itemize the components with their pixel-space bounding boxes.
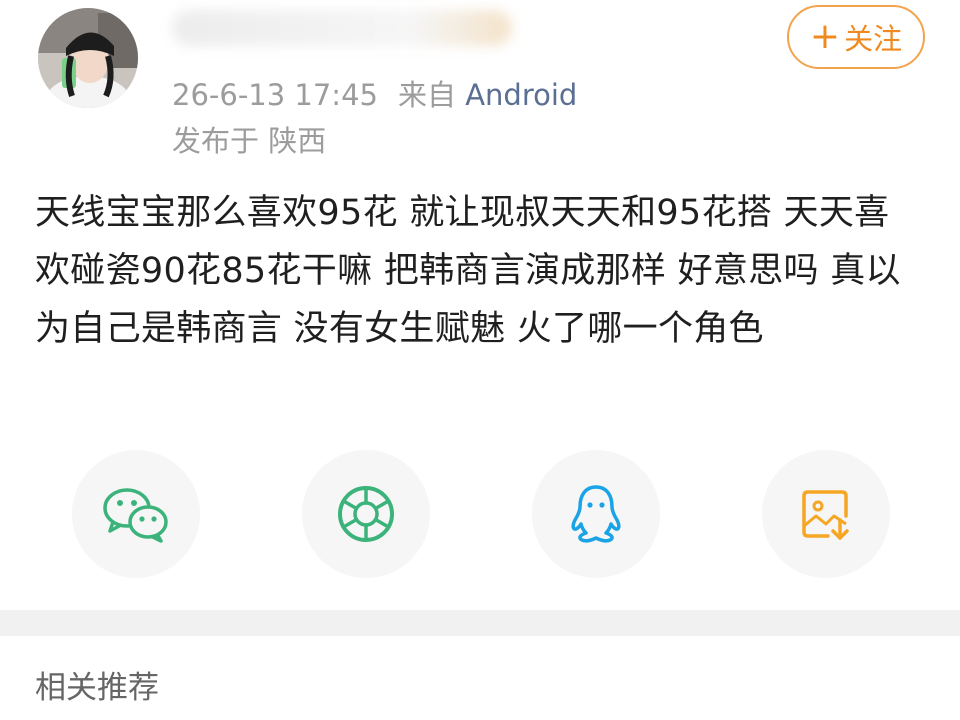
section-divider	[0, 610, 960, 636]
save-image-button[interactable]	[762, 450, 890, 578]
post-text: 天线宝宝那么喜欢95花 就让现叔天天和95花搭 天天喜欢碰瓷90花85花干嘛 把…	[35, 193, 901, 349]
save-image-icon	[802, 490, 849, 540]
share-qq-button[interactable]	[532, 450, 660, 578]
qq-icon	[571, 485, 621, 543]
related-section-title: 相关推荐	[35, 670, 159, 706]
follow-button[interactable]: + 关注	[787, 5, 925, 69]
avatar-image	[38, 8, 138, 108]
post-location: 发布于 陕西	[172, 124, 327, 158]
avatar[interactable]	[38, 8, 138, 108]
post-timestamp: 26-6-13 17:45	[172, 78, 378, 112]
wechat-icon	[103, 488, 168, 543]
moments-icon	[338, 486, 394, 542]
post-meta: 26-6-13 17:45 来自 Android	[172, 72, 577, 114]
share-wechat-button[interactable]	[72, 450, 200, 578]
share-moments-button[interactable]	[302, 450, 430, 578]
source-prefix: 来自	[397, 78, 456, 112]
post-source[interactable]: Android	[465, 78, 577, 112]
plus-icon: +	[809, 16, 841, 57]
follow-button-label: 关注	[844, 22, 903, 56]
post-detail-page: 26-6-13 17:45 来自 Android 发布于 陕西 + 关注 天线宝宝…	[0, 0, 960, 720]
username-blurred[interactable]	[172, 10, 512, 46]
